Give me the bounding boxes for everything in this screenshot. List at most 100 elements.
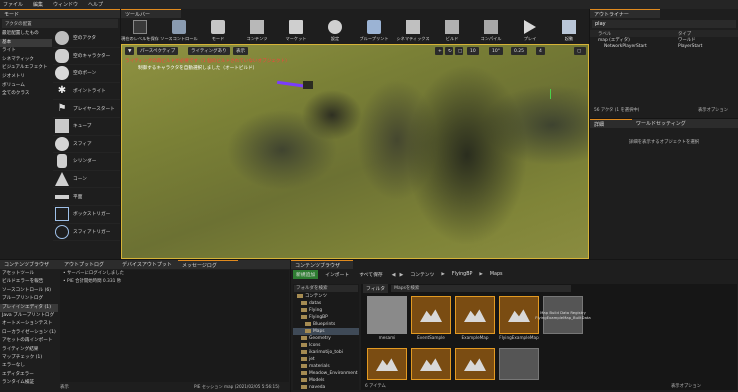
- breadcrumb-maps[interactable]: Maps: [487, 270, 506, 279]
- outliner-row[interactable]: NetworkPlayerStart PlayerStart: [590, 43, 738, 49]
- menu-window[interactable]: ウィンドウ: [53, 1, 78, 8]
- log-category[interactable]: ランタイム検証: [0, 379, 58, 387]
- compile-button[interactable]: コンパイル: [474, 12, 508, 42]
- folder-item[interactable]: materials: [293, 363, 359, 370]
- log-category[interactable]: ソースコントロール (6): [0, 287, 58, 295]
- player-start-actor[interactable]: [303, 81, 313, 89]
- translate-icon[interactable]: +: [435, 47, 443, 55]
- modes-search[interactable]: アクタの配置: [2, 19, 118, 28]
- level-viewport[interactable]: ▼ パースペクティブ ライティングあり 表示 + ↻ □ 10 10° 0.25…: [121, 44, 589, 259]
- folder-item[interactable]: datas: [293, 300, 359, 307]
- category-volumes[interactable]: ボリューム: [0, 82, 52, 91]
- folder-item[interactable]: jet: [293, 356, 359, 363]
- log-category[interactable]: ブループリントログ: [0, 295, 58, 303]
- scale-icon[interactable]: □: [455, 47, 463, 55]
- place-item-player-start[interactable]: ⚑ プレイヤースタート: [53, 100, 120, 118]
- marketplace-button[interactable]: マーケット: [279, 12, 313, 42]
- breadcrumb-flyingbp[interactable]: FlyingBP: [449, 270, 476, 279]
- asset-tile[interactable]: FlyingExampleMap: [499, 296, 539, 344]
- folder-item-selected[interactable]: Maps: [293, 328, 359, 335]
- tab-content-browser[interactable]: コンテンツブラウザ: [0, 260, 60, 269]
- launch-button[interactable]: 起動: [552, 12, 586, 42]
- log-category[interactable]: ローカライゼーション (1): [0, 329, 58, 337]
- place-item-box-trigger[interactable]: ボックストリガー: [53, 206, 120, 224]
- lighting-mode-button[interactable]: ライティングあり: [188, 47, 230, 55]
- category-lights[interactable]: ライト: [0, 47, 52, 56]
- tab-output-log[interactable]: アウトプットログ: [60, 260, 118, 269]
- perspective-button[interactable]: パースペクティブ: [137, 47, 179, 55]
- folder-item[interactable]: Blueprints: [293, 321, 359, 328]
- col-label[interactable]: ラベル: [590, 31, 678, 37]
- place-item-empty-actor[interactable]: 空のアクタ: [53, 30, 120, 48]
- modes-tab[interactable]: モード: [0, 9, 120, 18]
- category-geometry[interactable]: ジオメトリ: [0, 73, 52, 82]
- outliner-view-options[interactable]: 表示オプション: [698, 107, 728, 113]
- breadcrumb-content[interactable]: コンテンツ: [407, 270, 437, 279]
- log-category[interactable]: Java ブループリントログ: [0, 312, 58, 320]
- menu-file[interactable]: ファイル: [3, 1, 23, 8]
- outliner-search[interactable]: play: [592, 20, 736, 28]
- place-item-sphere[interactable]: スフィア: [53, 136, 120, 154]
- log-category[interactable]: アセットツール: [0, 270, 58, 278]
- place-item-cube[interactable]: キューブ: [53, 118, 120, 136]
- category-basic[interactable]: 基本: [0, 38, 52, 48]
- tab-world-settings[interactable]: ワールドセッティング: [632, 119, 702, 128]
- camera-speed-value[interactable]: 4: [536, 47, 545, 55]
- asset-tile[interactable]: [499, 348, 539, 384]
- col-type[interactable]: タイプ: [678, 31, 691, 37]
- log-category[interactable]: エディタエラー: [0, 371, 58, 379]
- place-item-sphere-trigger[interactable]: スフィアトリガー: [53, 224, 120, 242]
- category-recent[interactable]: 最近配置したもの: [0, 30, 52, 39]
- import-button[interactable]: インポート: [322, 270, 352, 279]
- forward-arrow-icon[interactable]: ▶: [400, 272, 404, 278]
- folder-item[interactable]: Models: [293, 377, 359, 384]
- pie-session-label[interactable]: PIE セッション map (2021/02/05 5:56:15): [194, 384, 280, 390]
- outliner-tab[interactable]: アウトライナー: [590, 9, 660, 18]
- folder-item[interactable]: Geometry: [293, 335, 359, 342]
- log-category[interactable]: プレイインエディタ (1): [0, 303, 58, 312]
- folder-item[interactable]: naveda: [293, 384, 359, 391]
- asset-tile[interactable]: mesami: [367, 296, 407, 344]
- place-item-plane[interactable]: 平面: [53, 188, 120, 206]
- blueprints-button[interactable]: ブループリント: [357, 12, 391, 42]
- save-all-button[interactable]: すべて保存: [356, 270, 385, 279]
- asset-tile[interactable]: [367, 348, 407, 384]
- folder-item[interactable]: Flying: [293, 307, 359, 314]
- content-view-options[interactable]: 表示オプション: [671, 383, 701, 389]
- show-button[interactable]: 表示: [233, 47, 248, 55]
- save-level-button[interactable]: 現在のレベルを保存: [121, 12, 159, 42]
- log-category[interactable]: マップチェック (1): [0, 354, 58, 362]
- menu-edit[interactable]: 編集: [33, 1, 43, 8]
- folder-item[interactable]: Icons: [293, 342, 359, 349]
- log-category[interactable]: ビルドエラーを報告: [0, 278, 58, 286]
- content-browser-tab[interactable]: コンテンツブラウザ: [291, 260, 353, 269]
- log-show-button[interactable]: 表示: [60, 384, 69, 390]
- asset-tile[interactable]: ExampleMap: [455, 296, 495, 344]
- place-item-empty-character[interactable]: 空のキャラクター: [53, 48, 120, 66]
- back-arrow-icon[interactable]: ◀: [392, 272, 396, 278]
- log-category[interactable]: ライティング結果: [0, 346, 58, 354]
- build-button[interactable]: ビルド: [435, 12, 469, 42]
- log-category[interactable]: エラーなし: [0, 362, 58, 370]
- asset-tile[interactable]: [455, 348, 495, 384]
- asset-search[interactable]: Mapsを検索: [391, 285, 572, 292]
- rotation-snap-value[interactable]: 10°: [489, 47, 503, 55]
- category-all-classes[interactable]: 全てのクラス: [0, 90, 52, 99]
- filter-button[interactable]: フィルタ: [363, 284, 389, 293]
- scale-snap-value[interactable]: 0.25: [511, 47, 528, 55]
- category-cinematic[interactable]: シネマティック: [0, 56, 52, 65]
- folder-search[interactable]: フォルダを検索: [294, 285, 358, 292]
- log-category[interactable]: アセットの再インポート: [0, 337, 58, 345]
- source-control-button[interactable]: ソースコントロール: [160, 12, 198, 42]
- place-item-point-light[interactable]: ✱ ポイントライト: [53, 83, 120, 101]
- place-item-empty-pawn[interactable]: 空のポーン: [53, 65, 120, 83]
- content-button[interactable]: コンテンツ: [240, 12, 274, 42]
- maximize-viewport-icon[interactable]: ▢: [574, 47, 586, 55]
- tab-details[interactable]: 詳細: [590, 119, 632, 128]
- asset-tile[interactable]: EventSample: [411, 296, 451, 344]
- viewport-menu-button[interactable]: ▼: [125, 47, 135, 55]
- grid-snap-value[interactable]: 10: [467, 47, 479, 55]
- asset-tile[interactable]: Map Build Data Registry FlyingExampleMap…: [535, 296, 591, 344]
- folder-item[interactable]: ikarimotijo_tobi: [293, 349, 359, 356]
- folder-item[interactable]: FlyingBP: [293, 314, 359, 321]
